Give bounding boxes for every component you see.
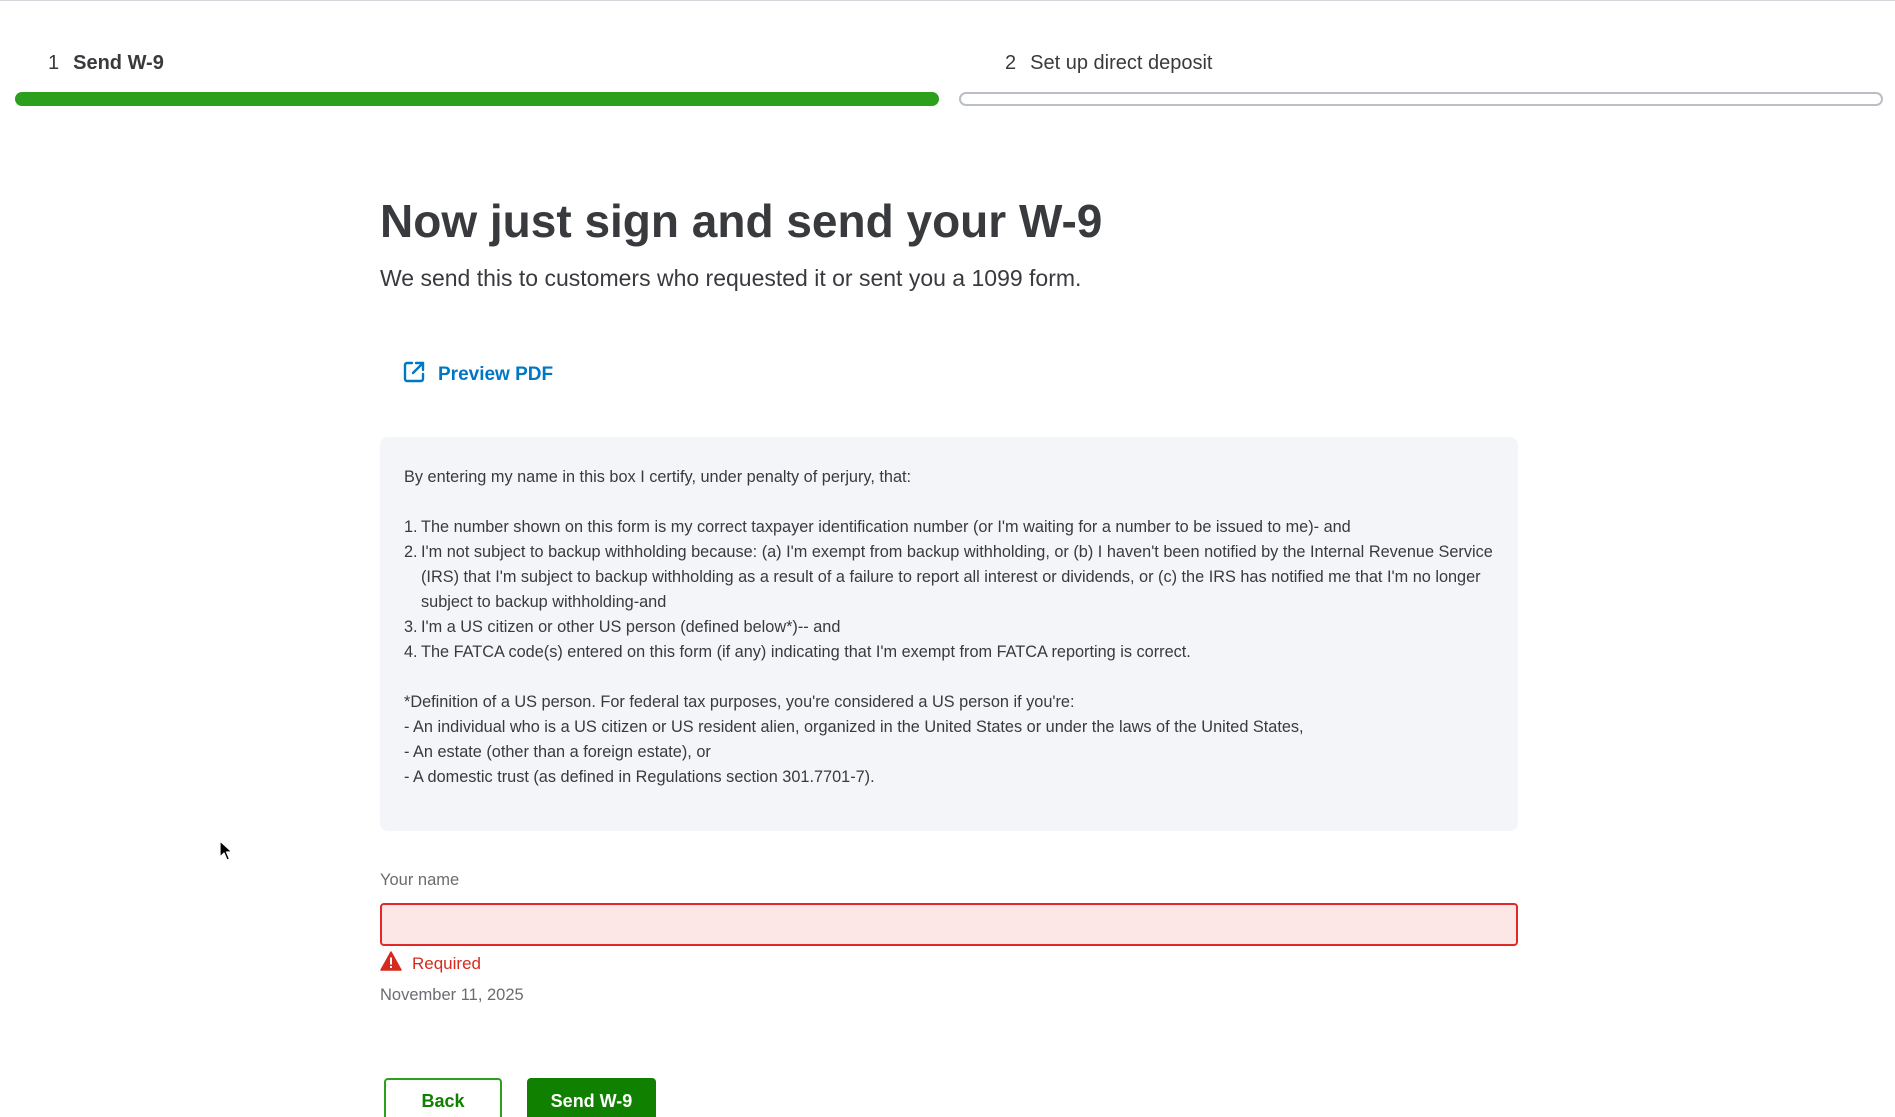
w9-signing-page: 1 Send W-9 2 Set up direct deposit Now jus…: [0, 0, 1895, 1117]
certification-list: 1. The number shown on this form is my co…: [404, 515, 1494, 665]
item-number: 3.: [404, 618, 418, 636]
signature-date: November 11, 2025: [380, 986, 524, 1004]
item-number: 2.: [404, 543, 418, 561]
step-title: Set up direct deposit: [1030, 52, 1213, 74]
step-direct-deposit: 2 Set up direct deposit: [959, 50, 1883, 110]
back-button[interactable]: Back: [384, 1078, 502, 1117]
item-number: 4.: [404, 643, 418, 661]
send-w9-button[interactable]: Send W-9: [527, 1078, 656, 1117]
step-title: Send W-9: [73, 52, 164, 74]
item-number: 1.: [404, 518, 418, 536]
item-text: I'm not subject to backup withholding be…: [421, 543, 1493, 611]
certification-box: By entering my name in this box I certif…: [380, 437, 1518, 831]
page-subtitle: We send this to customers who requested …: [380, 265, 1082, 291]
step-number: 1: [48, 52, 60, 74]
step-progress-bar-complete: [15, 92, 939, 106]
name-error-message: Required: [380, 951, 481, 976]
warning-icon: [380, 951, 412, 976]
progress-stepper: 1 Send W-9 2 Set up direct deposit: [15, 50, 1883, 110]
item-text: The number shown on this form is my corr…: [421, 518, 1351, 536]
certification-item: 4. The FATCA code(s) entered on this form…: [404, 640, 1494, 665]
item-text: I'm a US citizen or other US person (def…: [421, 618, 841, 636]
step-number: 2: [1005, 52, 1017, 74]
preview-pdf-link[interactable]: Preview PDF: [402, 360, 553, 390]
external-link-icon: [402, 360, 438, 390]
us-person-definition: *Definition of a US person. For federal …: [404, 690, 1494, 790]
definition-line: - An individual who is a US citizen or U…: [404, 718, 1304, 736]
step-label: 1 Send W-9: [48, 52, 164, 75]
your-name-label: Your name: [380, 871, 460, 889]
definition-line: - An estate (other than a foreign estate…: [404, 743, 711, 761]
mouse-cursor-icon: [219, 840, 233, 867]
step-send-w9: 1 Send W-9: [15, 50, 939, 110]
your-name-input[interactable]: [380, 903, 1518, 946]
definition-heading: *Definition of a US person. For federal …: [404, 693, 1075, 711]
main-content: Now just sign and send your W-9 We send …: [380, 190, 1518, 1117]
top-divider: [0, 0, 1895, 1]
step-progress-bar-empty: [959, 92, 1883, 106]
certification-item: 2. I'm not subject to backup withholding …: [404, 540, 1494, 615]
certification-item: 1. The number shown on this form is my co…: [404, 515, 1494, 540]
preview-pdf-label: Preview PDF: [438, 364, 554, 385]
certification-item: 3. I'm a US citizen or other US person (d…: [404, 615, 1494, 640]
item-text: The FATCA code(s) entered on this form (…: [421, 643, 1191, 661]
definition-line: - A domestic trust (as defined in Regula…: [404, 768, 875, 786]
step-label: 2 Set up direct deposit: [1005, 52, 1212, 75]
error-text: Required: [412, 953, 481, 973]
page-title: Now just sign and send your W-9: [380, 195, 1103, 247]
certification-intro: By entering my name in this box I certif…: [404, 468, 912, 486]
